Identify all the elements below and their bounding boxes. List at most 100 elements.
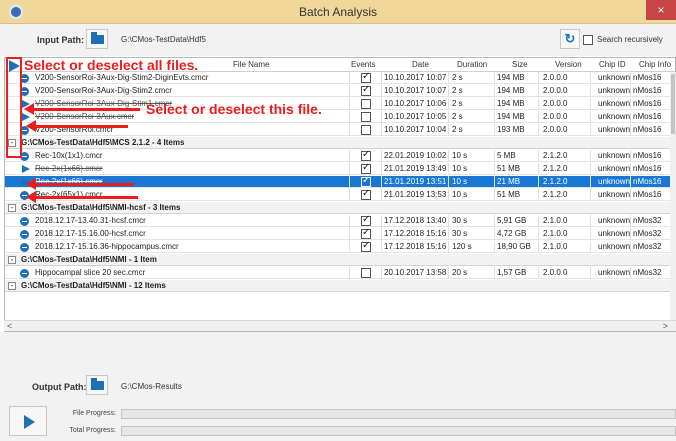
column-divider bbox=[538, 189, 539, 201]
table-row[interactable]: 2018.12.17-13.40.31-hcsf.cmcr 17.12.2018 … bbox=[5, 214, 675, 227]
deselect-file-icon[interactable] bbox=[20, 217, 29, 226]
table-row[interactable]: Rec-2x(1x66).cmcr21.01.2019 13:5110 s21 … bbox=[5, 175, 675, 188]
table-row[interactable]: 2018.12.17-15.16.36-hippocampus.cmcr 17.1… bbox=[5, 240, 675, 253]
events-checkbox[interactable] bbox=[361, 175, 371, 187]
events-checkbox[interactable] bbox=[361, 227, 371, 239]
collapse-icon[interactable]: - bbox=[8, 204, 16, 212]
search-recursively-toggle[interactable]: Search recursively bbox=[583, 35, 663, 45]
events-checkbox[interactable] bbox=[361, 99, 371, 109]
cell-name: 2018.12.17-15.16.00-hcsf.cmcr bbox=[35, 229, 146, 238]
column-divider bbox=[494, 85, 495, 97]
cell-name: Rec-10x(1x1).cmcr bbox=[35, 151, 103, 160]
cell-name: Hippocampal slice 20 sec.cmcr bbox=[35, 268, 146, 277]
group-title: G:\CMos-TestData\Hdf5\NMI - 1 Item bbox=[21, 255, 157, 264]
vertical-scrollbar[interactable] bbox=[670, 72, 676, 320]
events-checkbox[interactable] bbox=[361, 71, 371, 83]
table-row[interactable]: Rec-10x(1x1).cmcr 22.01.2019 10:02 10 s 5 M… bbox=[5, 149, 675, 162]
column-divider bbox=[448, 85, 449, 97]
group-header[interactable]: - G:\CMos-TestData\Hdf5\NMI-hcsf - 3 Item… bbox=[5, 202, 675, 214]
table-row[interactable]: V200-SensorRoi-3Aux-Dig-Stim2.cmcr 10.10.… bbox=[5, 84, 675, 97]
cell-name: 2018.12.17-13.40.31-hcsf.cmcr bbox=[35, 216, 146, 225]
table-row[interactable]: Rec-2x(65x1).cmcr21.01.2019 13:5310 s51 … bbox=[5, 188, 675, 201]
input-folder-button[interactable] bbox=[86, 29, 108, 49]
run-button[interactable] bbox=[9, 406, 47, 436]
events-checkbox[interactable] bbox=[361, 214, 371, 226]
cell-version: 2.1.0.0 bbox=[543, 242, 568, 251]
table-row[interactable]: V200-SensorRoi-3Aux-Dig-Stim2-DiginEvts.… bbox=[5, 71, 675, 84]
scroll-right-icon[interactable]: > bbox=[663, 321, 668, 331]
column-divider bbox=[630, 215, 631, 227]
events-checkbox[interactable] bbox=[361, 149, 371, 161]
group-header[interactable]: - G:\CMos-TestData\Hdf5\NMI - 12 Items bbox=[5, 280, 675, 292]
deselect-file-icon[interactable] bbox=[20, 243, 29, 252]
output-folder-button[interactable] bbox=[86, 375, 108, 395]
cell-date: 10.10.2017 10:04 bbox=[384, 125, 447, 134]
cell-duration: 120 s bbox=[452, 242, 472, 251]
cell-name: V200-SensorRoi-3Aux.cmcr bbox=[35, 112, 135, 121]
cell-name: Rec-2x(1x66).cmcr bbox=[35, 164, 103, 173]
cell-size: 194 MB bbox=[497, 73, 525, 82]
refresh-button[interactable]: ↻ bbox=[560, 29, 580, 49]
cell-version: 2.0.0.0 bbox=[543, 73, 568, 82]
cell-duration: 2 s bbox=[452, 73, 463, 82]
column-divider bbox=[349, 98, 350, 110]
close-button[interactable]: × bbox=[646, 0, 676, 20]
group-header[interactable]: - G:\CMos-TestData\Hdf5\MCS 2.1.2 - 4 Ite… bbox=[5, 137, 675, 149]
col-chip-info[interactable]: Chip Info bbox=[639, 60, 671, 69]
cell-chip-id: unknown bbox=[598, 99, 631, 108]
events-checkbox[interactable] bbox=[361, 112, 371, 122]
col-chip-id[interactable]: Chip ID bbox=[599, 60, 626, 69]
column-divider bbox=[590, 241, 591, 253]
col-file-name[interactable]: File Name bbox=[233, 60, 269, 69]
column-divider bbox=[590, 228, 591, 240]
scroll-thumb[interactable] bbox=[671, 74, 675, 134]
column-divider bbox=[538, 267, 539, 279]
column-divider bbox=[448, 267, 449, 279]
search-recursively-checkbox[interactable] bbox=[583, 35, 593, 45]
deselect-file-icon[interactable] bbox=[20, 230, 29, 239]
table-row[interactable]: Hippocampal slice 20 sec.cmcr 20.10.2017 … bbox=[5, 267, 675, 279]
input-path-bar: Input Path: G:\CMos-TestData\Hdf5 ↻ Sear… bbox=[0, 24, 676, 56]
cell-chip-info: nMos16 bbox=[633, 125, 662, 134]
scroll-left-icon[interactable]: < bbox=[7, 321, 12, 331]
output-panel: Output Path: G:\CMos-Results bbox=[0, 332, 676, 441]
column-divider bbox=[381, 163, 382, 175]
column-divider bbox=[349, 189, 350, 201]
collapse-icon[interactable]: - bbox=[8, 282, 16, 290]
column-divider bbox=[381, 150, 382, 162]
cell-chip-info: nMos16 bbox=[633, 86, 662, 95]
col-duration[interactable]: Duration bbox=[457, 60, 487, 69]
events-checkbox[interactable] bbox=[361, 125, 371, 135]
col-version[interactable]: Version bbox=[555, 60, 582, 69]
cell-version: 2.1.2.0 bbox=[543, 164, 568, 173]
table-row[interactable]: 2018.12.17-15.16.00-hcsf.cmcr 17.12.2018 … bbox=[5, 227, 675, 240]
cell-chip-info: nMos16 bbox=[633, 151, 662, 160]
horizontal-scrollbar[interactable]: < > bbox=[4, 320, 676, 331]
annotation-arrow-line bbox=[32, 108, 140, 111]
select-file-icon[interactable] bbox=[22, 165, 30, 173]
output-path-value: G:\CMos-Results bbox=[121, 382, 182, 391]
events-checkbox[interactable] bbox=[361, 240, 371, 252]
cell-date: 22.01.2019 10:02 bbox=[384, 151, 447, 160]
events-checkbox[interactable] bbox=[361, 188, 371, 200]
col-size[interactable]: Size bbox=[512, 60, 528, 69]
table-row[interactable]: V200-SensorRoi-3Aux.cmcr 10.10.2017 10:05… bbox=[5, 111, 675, 123]
column-divider bbox=[494, 163, 495, 175]
search-recursively-label: Search recursively bbox=[597, 35, 663, 45]
events-checkbox[interactable] bbox=[361, 268, 371, 278]
col-date[interactable]: Date bbox=[412, 60, 429, 69]
group-header[interactable]: - G:\CMos-TestData\Hdf5\NMI - 1 Item bbox=[5, 254, 675, 266]
cell-duration: 2 s bbox=[452, 112, 463, 121]
cell-chip-id: unknown bbox=[598, 177, 631, 186]
annotation-select-all: Select or deselect all files. bbox=[24, 57, 199, 73]
input-path-label: Input Path: bbox=[37, 35, 84, 45]
cell-date: 17.12.2018 13:40 bbox=[384, 216, 447, 225]
table-row[interactable]: Rec-2x(1x66).cmcr 21.01.2019 13:49 10 s 51 … bbox=[5, 162, 675, 175]
col-events[interactable]: Events bbox=[351, 60, 375, 69]
cell-name: 2018.12.17-15.16.36-hippocampus.cmcr bbox=[35, 242, 179, 251]
collapse-icon[interactable]: - bbox=[8, 256, 16, 264]
deselect-file-icon[interactable] bbox=[20, 269, 29, 278]
events-checkbox[interactable] bbox=[361, 84, 371, 96]
events-checkbox[interactable] bbox=[361, 162, 371, 174]
column-divider bbox=[630, 72, 631, 84]
